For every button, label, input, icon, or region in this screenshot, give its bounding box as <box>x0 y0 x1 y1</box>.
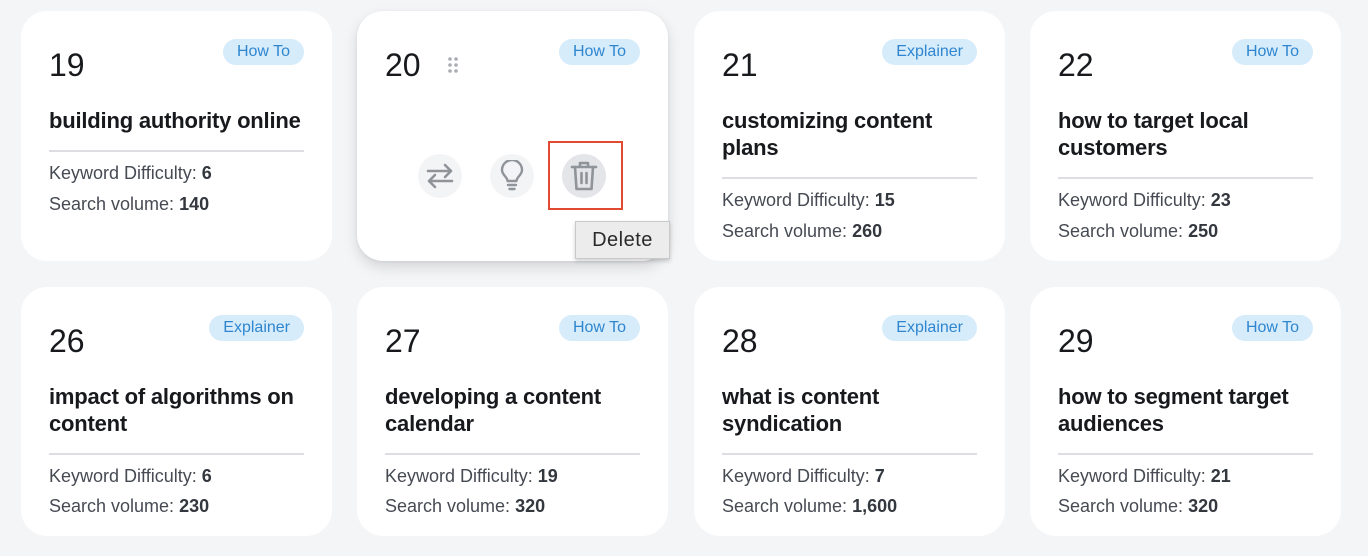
sv-label: Search volume: <box>722 221 848 241</box>
keyword-difficulty: Keyword Difficulty: 23 <box>1058 189 1331 211</box>
search-volume: Search volume: 140 <box>49 193 322 215</box>
card-title: customizing content plans <box>722 108 933 160</box>
keyword-difficulty: Keyword Difficulty: 6 <box>49 162 322 184</box>
sv-label: Search volume: <box>49 496 175 516</box>
card-divider <box>385 453 640 455</box>
kd-value: 6 <box>201 163 212 183</box>
card-number: 26 <box>49 323 85 359</box>
kd-value: 19 <box>537 466 558 486</box>
card-title: how to segment target audiences <box>1058 384 1289 436</box>
content-type-badge: Explainer <box>882 315 977 341</box>
card-number: 27 <box>385 323 421 359</box>
delete-highlight-box <box>548 141 623 210</box>
kd-value: 6 <box>201 466 212 486</box>
card-title: what is content syndication <box>722 384 880 436</box>
sv-value: 320 <box>515 496 546 516</box>
card-number: 28 <box>722 323 758 359</box>
kd-label: Keyword Difficulty: <box>1058 466 1206 486</box>
search-volume: Search volume: 250 <box>1058 220 1331 242</box>
sv-value: 260 <box>852 221 883 241</box>
topic-card-27[interactable]: 27 How To developing a content calendar … <box>357 287 668 536</box>
topic-card-29[interactable]: 29 How To how to segment target audience… <box>1030 287 1341 536</box>
card-title: building authority online <box>49 108 301 133</box>
topic-card-22[interactable]: 22 How To how to target local customers … <box>1030 11 1341 261</box>
card-title: how to target local customers <box>1058 108 1249 160</box>
search-volume: Search volume: 320 <box>385 495 658 517</box>
search-volume: Search volume: 1,600 <box>722 495 995 517</box>
kd-value: 15 <box>874 190 895 210</box>
card-number: 22 <box>1058 47 1094 83</box>
content-type-badge: How To <box>558 315 640 341</box>
topic-card-28[interactable]: 28 Explainer what is content syndication… <box>694 287 1005 536</box>
kd-value: 21 <box>1210 466 1231 486</box>
kd-label: Keyword Difficulty: <box>1058 190 1206 210</box>
search-volume: Search volume: 320 <box>1058 495 1331 517</box>
keyword-difficulty: Keyword Difficulty: 6 <box>49 465 322 487</box>
card-divider <box>49 453 304 455</box>
kd-label: Keyword Difficulty: <box>722 466 870 486</box>
sv-value: 250 <box>1188 221 1219 241</box>
sv-value: 140 <box>179 194 210 214</box>
content-type-badge: How To <box>1231 315 1313 341</box>
sv-value: 1,600 <box>852 496 898 516</box>
card-title: developing a content calendar <box>385 384 602 436</box>
lightbulb-icon <box>500 160 524 191</box>
sv-label: Search volume: <box>385 496 511 516</box>
kd-label: Keyword Difficulty: <box>385 466 533 486</box>
search-volume: Search volume: 260 <box>722 220 995 242</box>
keyword-difficulty: Keyword Difficulty: 15 <box>722 189 995 211</box>
card-number: 20 <box>385 47 421 83</box>
kd-value: 7 <box>874 466 885 486</box>
card-divider <box>722 453 977 455</box>
drag-handle-icon[interactable] <box>447 56 459 74</box>
swap-button[interactable] <box>418 154 462 198</box>
idea-button[interactable] <box>490 154 534 198</box>
card-number: 29 <box>1058 323 1094 359</box>
topic-card-26[interactable]: 26 Explainer impact of algorithms on con… <box>21 287 332 536</box>
sv-value: 230 <box>179 496 210 516</box>
card-divider <box>49 150 304 152</box>
card-title: impact of algorithms on content <box>49 384 294 436</box>
keyword-difficulty: Keyword Difficulty: 21 <box>1058 465 1331 487</box>
content-type-badge: How To <box>1231 39 1313 65</box>
delete-tooltip: Delete <box>575 221 670 259</box>
sv-label: Search volume: <box>1058 496 1184 516</box>
topic-card-21[interactable]: 21 Explainer customizing content plans K… <box>694 11 1005 261</box>
card-divider <box>1058 453 1313 455</box>
kd-label: Keyword Difficulty: <box>49 163 197 183</box>
sv-label: Search volume: <box>49 194 175 214</box>
kd-value: 23 <box>1210 190 1231 210</box>
sv-label: Search volume: <box>1058 221 1184 241</box>
content-type-badge: Explainer <box>209 315 304 341</box>
card-divider <box>1058 177 1313 179</box>
kd-label: Keyword Difficulty: <box>49 466 197 486</box>
card-divider <box>722 177 977 179</box>
sv-label: Search volume: <box>722 496 848 516</box>
search-volume: Search volume: 230 <box>49 495 322 517</box>
content-type-badge: Explainer <box>882 39 977 65</box>
card-number: 21 <box>722 47 758 83</box>
keyword-difficulty: Keyword Difficulty: 7 <box>722 465 995 487</box>
swap-arrows-icon <box>426 163 454 189</box>
content-type-badge: How To <box>558 39 640 65</box>
kd-label: Keyword Difficulty: <box>722 190 870 210</box>
sv-value: 320 <box>1188 496 1219 516</box>
content-type-badge: How To <box>222 39 304 65</box>
topic-card-19[interactable]: 19 How To building authority online Keyw… <box>21 11 332 261</box>
card-number: 19 <box>49 47 85 83</box>
keyword-difficulty: Keyword Difficulty: 19 <box>385 465 658 487</box>
